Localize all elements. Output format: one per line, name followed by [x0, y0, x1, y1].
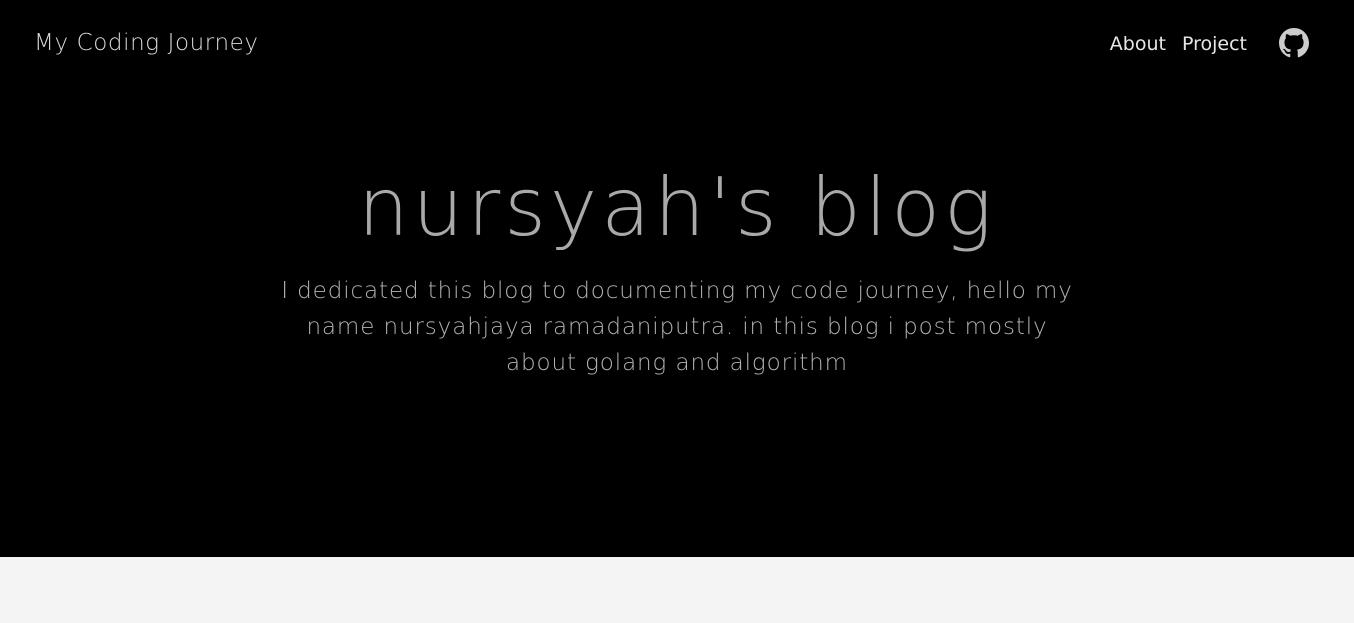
- content-area: [0, 557, 1354, 623]
- github-icon[interactable]: [1279, 28, 1309, 58]
- brand-link[interactable]: My Coding Journey: [34, 28, 259, 58]
- navbar: My Coding Journey About Project: [0, 0, 1354, 88]
- page-subtitle: I dedicated this blog to documenting my …: [281, 278, 1073, 376]
- nav-link-about[interactable]: About: [1110, 31, 1166, 57]
- page-title: nursyah's blog: [357, 161, 997, 254]
- nav-links: About Project: [1110, 31, 1247, 57]
- nav-link-project[interactable]: Project: [1182, 31, 1247, 57]
- github-icon-graphic: [1279, 28, 1309, 58]
- hero-header: My Coding Journey About Project nursyah'…: [0, 0, 1354, 557]
